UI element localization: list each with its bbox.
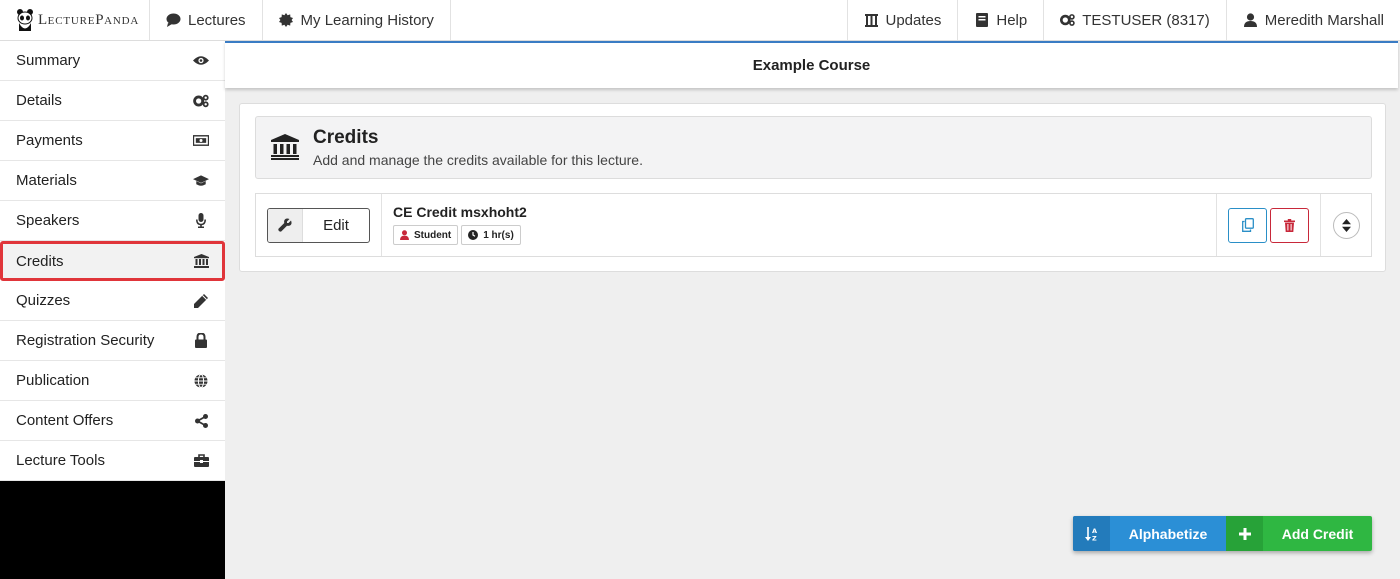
sidebar-item-credits[interactable]: Credits [0, 241, 225, 281]
sidebar-item-materials[interactable]: Materials [0, 161, 225, 201]
brand-logo[interactable]: LECTUREPANDA [0, 0, 150, 40]
comment-icon [166, 13, 181, 28]
floating-actions: AZ Alphabetize Add Credit [1073, 516, 1372, 551]
lock-icon [193, 333, 209, 349]
bank-icon [193, 253, 209, 269]
reorder-handle[interactable] [1332, 211, 1360, 239]
nav-user-label: Meredith Marshall [1264, 11, 1384, 29]
certificate-icon [279, 13, 294, 28]
delete-credit-button[interactable] [1270, 207, 1309, 243]
copy-credit-button[interactable] [1228, 207, 1267, 243]
cogs-icon [1060, 13, 1075, 28]
nav-lectures[interactable]: Lectures [150, 0, 263, 40]
sidebar-item-label: Content Offers [16, 412, 114, 429]
nav-updates-label: Updates [885, 11, 942, 29]
sidebar-item-summary[interactable]: Summary [0, 41, 225, 81]
pencil-icon [193, 293, 209, 309]
sort-icon [1341, 218, 1351, 232]
audience-badge: Student [393, 225, 459, 245]
book-icon [974, 13, 989, 28]
sidebar-item-label: Details [16, 92, 62, 109]
table-row: Edit CE Credit msxhoht2 Student 1 hr(s) [255, 193, 1372, 257]
user-icon [400, 230, 409, 240]
nav-help-label: Help [996, 11, 1028, 29]
main-content: Example Course Credits Add and manage th… [225, 41, 1400, 579]
copy-icon [1241, 218, 1254, 232]
sidebar-item-publication[interactable]: Publication [0, 361, 225, 401]
credits-panel: Credits Add and manage the credits avail… [239, 103, 1386, 272]
sidebar-item-label: Quizzes [16, 292, 71, 309]
nav-help[interactable]: Help [957, 0, 1043, 40]
user-icon [1243, 13, 1258, 28]
nav-learning-history[interactable]: My Learning History [263, 0, 451, 40]
edit-button-label: Edit [323, 216, 349, 234]
sidebar-item-content-offers[interactable]: Content Offers [0, 401, 225, 441]
money-icon [193, 133, 209, 149]
graduation-cap-icon [193, 173, 209, 189]
panel-title: Credits [313, 127, 379, 148]
alphabetize-button[interactable]: AZ Alphabetize [1073, 516, 1226, 551]
sidebar-menu: Summary Details Payments Materials Speak… [0, 41, 225, 481]
hours-badge: 1 hr(s) [461, 225, 521, 245]
add-credit-button[interactable]: Add Credit [1226, 516, 1372, 551]
eye-icon [193, 53, 209, 69]
share-icon [193, 413, 209, 429]
alphabetize-label: Alphabetize [1128, 525, 1208, 542]
credits-panel-header: Credits Add and manage the credits avail… [255, 116, 1372, 179]
page-title: Example Course [752, 57, 871, 74]
sidebar-item-lecture-tools[interactable]: Lecture Tools [0, 441, 225, 481]
sidebar-item-label: Materials [16, 172, 77, 189]
sidebar-item-quizzes[interactable]: Quizzes [0, 281, 225, 321]
sidebar-item-details[interactable]: Details [0, 81, 225, 121]
nav-account-label: TESTUSER (8317) [1082, 11, 1210, 29]
sidebar-item-label: Lecture Tools [16, 452, 105, 469]
sidebar-item-label: Registration Security [16, 332, 155, 349]
globe-icon [193, 373, 209, 389]
nav-updates[interactable]: Updates [846, 0, 958, 40]
clock-icon [468, 230, 479, 240]
svg-text:Z: Z [1092, 534, 1097, 541]
trash-icon [1284, 218, 1295, 232]
panda-icon [17, 9, 33, 31]
bank-icon [864, 13, 879, 28]
cogs-icon [193, 93, 209, 109]
sort-alpha-icon: AZ [1073, 516, 1110, 551]
microphone-icon [193, 213, 209, 229]
sidebar-item-label: Speakers [16, 212, 80, 229]
audience-label: Student [414, 229, 452, 241]
sidebar-item-label: Payments [16, 132, 83, 149]
panel-subtitle: Add and manage the credits available for… [313, 152, 643, 168]
sidebar-item-payments[interactable]: Payments [0, 121, 225, 161]
top-navbar: LECTUREPANDA Lectures My Learning Histor… [0, 0, 1400, 41]
nav-lectures-label: Lectures [188, 11, 246, 29]
sidebar-item-registration-security[interactable]: Registration Security [0, 321, 225, 361]
toolbox-icon [193, 453, 209, 469]
sidebar-item-label: Publication [16, 372, 90, 389]
sidebar-item-label: Credits [16, 252, 64, 270]
add-credit-label: Add Credit [1281, 525, 1354, 542]
nav-user-menu[interactable]: Meredith Marshall [1225, 0, 1400, 40]
plus-icon [1226, 516, 1263, 551]
wrench-icon [268, 208, 303, 242]
course-title-bar: Example Course [225, 41, 1398, 88]
edit-credit-button[interactable]: Edit [267, 207, 370, 243]
sidebar-item-label: Summary [16, 52, 81, 69]
brand-name: LECTUREPANDA [38, 11, 140, 28]
sidebar: Summary Details Payments Materials Speak… [0, 41, 225, 579]
nav-history-label: My Learning History [300, 11, 434, 29]
sidebar-item-speakers[interactable]: Speakers [0, 201, 225, 241]
hours-label: 1 hr(s) [483, 229, 514, 241]
nav-account[interactable]: TESTUSER (8317) [1043, 0, 1226, 40]
bank-icon [271, 133, 299, 162]
credit-name: CE Credit msxhoht2 [393, 204, 527, 220]
